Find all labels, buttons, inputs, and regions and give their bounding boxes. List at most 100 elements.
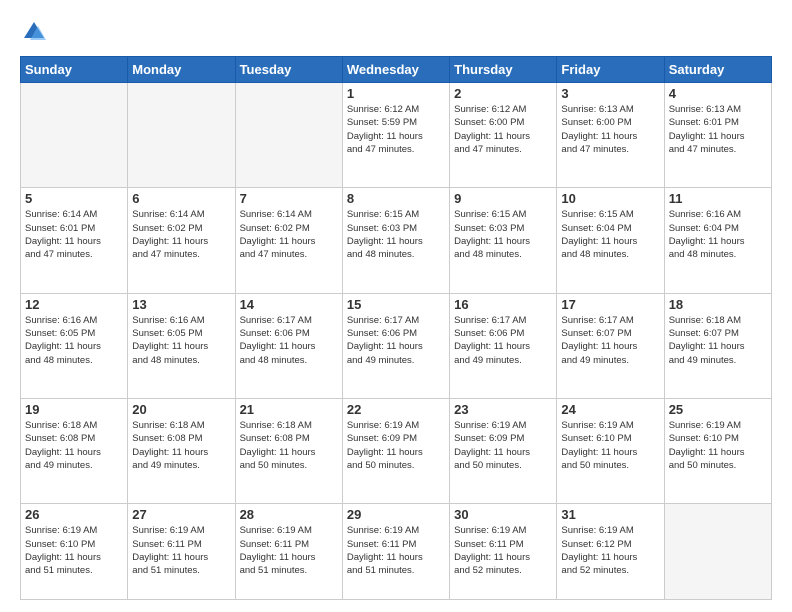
table-row: 10 Sunrise: 6:15 AM Sunset: 6:04 PM Dayli… [557, 188, 664, 293]
col-tuesday: Tuesday [235, 57, 342, 83]
table-row: 7Sunrise: 6:14 AM Sunset: 6:02 PM Daylig… [235, 188, 342, 293]
day-number: 17 [561, 297, 659, 312]
day-info: Sunrise: 6:16 AM Sunset: 6:04 PM Dayligh… [669, 208, 767, 261]
calendar-table: Sunday Monday Tuesday Wednesday Thursday… [20, 56, 772, 600]
calendar-week-row: 5Sunrise: 6:14 AM Sunset: 6:01 PM Daylig… [21, 188, 772, 293]
table-row: 15 Sunrise: 6:17 AM Sunset: 6:06 PM Dayli… [342, 293, 449, 398]
table-row: 5Sunrise: 6:14 AM Sunset: 6:01 PM Daylig… [21, 188, 128, 293]
day-number: 8 [347, 191, 445, 206]
day-info: Sunrise: 6:12 AM Sunset: 6:00 PM Dayligh… [454, 103, 552, 156]
day-info: Sunrise: 6:19 AM Sunset: 6:11 PM Dayligh… [132, 524, 230, 577]
table-row: 25 Sunrise: 6:19 AM Sunset: 6:10 PM Dayli… [664, 398, 771, 503]
day-number: 27 [132, 507, 230, 522]
table-row: 30 Sunrise: 6:19 AM Sunset: 6:11 PM Dayli… [450, 504, 557, 600]
day-info: Sunrise: 6:18 AM Sunset: 6:07 PM Dayligh… [669, 314, 767, 367]
day-info: Sunrise: 6:12 AM Sunset: 5:59 PM Dayligh… [347, 103, 445, 156]
day-number: 26 [25, 507, 123, 522]
day-number: 28 [240, 507, 338, 522]
table-row: 21 Sunrise: 6:18 AM Sunset: 6:08 PM Dayli… [235, 398, 342, 503]
table-row: 8Sunrise: 6:15 AM Sunset: 6:03 PM Daylig… [342, 188, 449, 293]
day-number: 14 [240, 297, 338, 312]
day-number: 6 [132, 191, 230, 206]
logo [20, 18, 52, 46]
day-number: 23 [454, 402, 552, 417]
day-info: Sunrise: 6:13 AM Sunset: 6:00 PM Dayligh… [561, 103, 659, 156]
day-info: Sunrise: 6:16 AM Sunset: 6:05 PM Dayligh… [132, 314, 230, 367]
table-row: 16 Sunrise: 6:17 AM Sunset: 6:06 PM Dayli… [450, 293, 557, 398]
day-info: Sunrise: 6:14 AM Sunset: 6:02 PM Dayligh… [132, 208, 230, 261]
table-row [21, 83, 128, 188]
day-info: Sunrise: 6:19 AM Sunset: 6:10 PM Dayligh… [561, 419, 659, 472]
day-info: Sunrise: 6:17 AM Sunset: 6:07 PM Dayligh… [561, 314, 659, 367]
day-info: Sunrise: 6:19 AM Sunset: 6:09 PM Dayligh… [454, 419, 552, 472]
day-number: 13 [132, 297, 230, 312]
table-row: 3 Sunrise: 6:13 AM Sunset: 6:00 PM Daylig… [557, 83, 664, 188]
table-row: 31 Sunrise: 6:19 AM Sunset: 6:12 PM Dayli… [557, 504, 664, 600]
day-number: 15 [347, 297, 445, 312]
day-info: Sunrise: 6:16 AM Sunset: 6:05 PM Dayligh… [25, 314, 123, 367]
calendar-week-row: 26 Sunrise: 6:19 AM Sunset: 6:10 PM Dayli… [21, 504, 772, 600]
day-number: 1 [347, 86, 445, 101]
col-sunday: Sunday [21, 57, 128, 83]
calendar-week-row: 1 Sunrise: 6:12 AM Sunset: 5:59 PM Daylig… [21, 83, 772, 188]
day-number: 25 [669, 402, 767, 417]
table-row: 28 Sunrise: 6:19 AM Sunset: 6:11 PM Dayli… [235, 504, 342, 600]
day-info: Sunrise: 6:18 AM Sunset: 6:08 PM Dayligh… [25, 419, 123, 472]
table-row: 11 Sunrise: 6:16 AM Sunset: 6:04 PM Dayli… [664, 188, 771, 293]
calendar-header-row: Sunday Monday Tuesday Wednesday Thursday… [21, 57, 772, 83]
day-info: Sunrise: 6:14 AM Sunset: 6:01 PM Dayligh… [25, 208, 123, 261]
table-row: 2Sunrise: 6:12 AM Sunset: 6:00 PM Daylig… [450, 83, 557, 188]
day-info: Sunrise: 6:13 AM Sunset: 6:01 PM Dayligh… [669, 103, 767, 156]
col-friday: Friday [557, 57, 664, 83]
logo-icon [20, 18, 48, 46]
page: Sunday Monday Tuesday Wednesday Thursday… [0, 0, 792, 612]
table-row: 1 Sunrise: 6:12 AM Sunset: 5:59 PM Daylig… [342, 83, 449, 188]
table-row: 26 Sunrise: 6:19 AM Sunset: 6:10 PM Dayli… [21, 504, 128, 600]
day-info: Sunrise: 6:19 AM Sunset: 6:12 PM Dayligh… [561, 524, 659, 577]
header [20, 18, 772, 46]
calendar-week-row: 12 Sunrise: 6:16 AM Sunset: 6:05 PM Dayli… [21, 293, 772, 398]
table-row: 13 Sunrise: 6:16 AM Sunset: 6:05 PM Dayli… [128, 293, 235, 398]
day-number: 12 [25, 297, 123, 312]
table-row: 29Sunrise: 6:19 AM Sunset: 6:11 PM Dayli… [342, 504, 449, 600]
day-info: Sunrise: 6:15 AM Sunset: 6:04 PM Dayligh… [561, 208, 659, 261]
day-number: 24 [561, 402, 659, 417]
table-row: 22 Sunrise: 6:19 AM Sunset: 6:09 PM Dayli… [342, 398, 449, 503]
table-row: 6 Sunrise: 6:14 AM Sunset: 6:02 PM Daylig… [128, 188, 235, 293]
table-row: 4Sunrise: 6:13 AM Sunset: 6:01 PM Daylig… [664, 83, 771, 188]
day-number: 11 [669, 191, 767, 206]
day-info: Sunrise: 6:19 AM Sunset: 6:11 PM Dayligh… [454, 524, 552, 577]
day-number: 30 [454, 507, 552, 522]
col-monday: Monday [128, 57, 235, 83]
day-number: 9 [454, 191, 552, 206]
day-number: 31 [561, 507, 659, 522]
col-thursday: Thursday [450, 57, 557, 83]
day-info: Sunrise: 6:17 AM Sunset: 6:06 PM Dayligh… [454, 314, 552, 367]
table-row: 17 Sunrise: 6:17 AM Sunset: 6:07 PM Dayli… [557, 293, 664, 398]
table-row [664, 504, 771, 600]
day-number: 10 [561, 191, 659, 206]
day-info: Sunrise: 6:17 AM Sunset: 6:06 PM Dayligh… [347, 314, 445, 367]
day-number: 16 [454, 297, 552, 312]
col-wednesday: Wednesday [342, 57, 449, 83]
day-info: Sunrise: 6:18 AM Sunset: 6:08 PM Dayligh… [132, 419, 230, 472]
table-row: 18Sunrise: 6:18 AM Sunset: 6:07 PM Dayli… [664, 293, 771, 398]
day-info: Sunrise: 6:19 AM Sunset: 6:10 PM Dayligh… [669, 419, 767, 472]
calendar-week-row: 19Sunrise: 6:18 AM Sunset: 6:08 PM Dayli… [21, 398, 772, 503]
day-number: 7 [240, 191, 338, 206]
day-info: Sunrise: 6:15 AM Sunset: 6:03 PM Dayligh… [454, 208, 552, 261]
day-info: Sunrise: 6:19 AM Sunset: 6:10 PM Dayligh… [25, 524, 123, 577]
table-row: 19Sunrise: 6:18 AM Sunset: 6:08 PM Dayli… [21, 398, 128, 503]
day-info: Sunrise: 6:19 AM Sunset: 6:11 PM Dayligh… [240, 524, 338, 577]
day-info: Sunrise: 6:19 AM Sunset: 6:09 PM Dayligh… [347, 419, 445, 472]
day-number: 20 [132, 402, 230, 417]
day-info: Sunrise: 6:19 AM Sunset: 6:11 PM Dayligh… [347, 524, 445, 577]
day-number: 3 [561, 86, 659, 101]
table-row: 27 Sunrise: 6:19 AM Sunset: 6:11 PM Dayli… [128, 504, 235, 600]
table-row: 9 Sunrise: 6:15 AM Sunset: 6:03 PM Daylig… [450, 188, 557, 293]
day-number: 21 [240, 402, 338, 417]
table-row: 14Sunrise: 6:17 AM Sunset: 6:06 PM Dayli… [235, 293, 342, 398]
day-number: 22 [347, 402, 445, 417]
table-row [128, 83, 235, 188]
day-info: Sunrise: 6:18 AM Sunset: 6:08 PM Dayligh… [240, 419, 338, 472]
